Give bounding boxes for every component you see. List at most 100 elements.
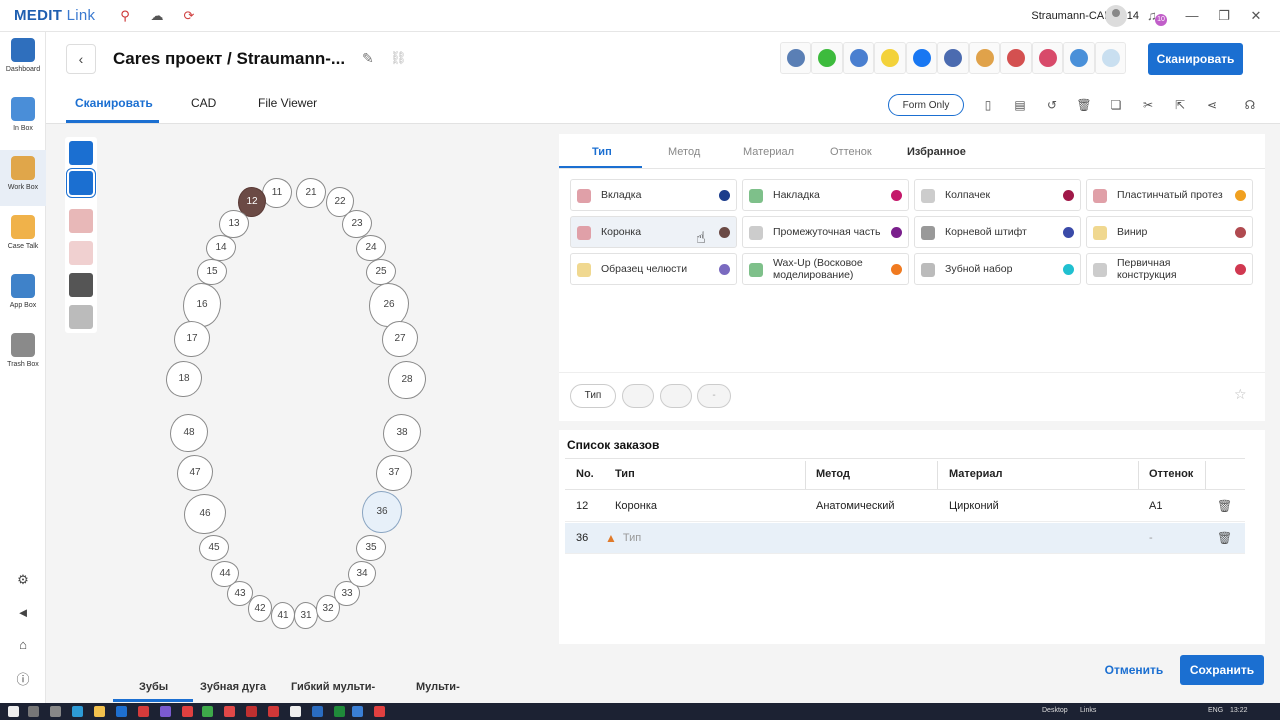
task-view-icon[interactable] <box>50 706 61 717</box>
language-indicator[interactable]: ENG <box>1208 707 1223 714</box>
app-shortcut-icon[interactable] <box>874 42 906 74</box>
folder-icon[interactable] <box>94 706 105 717</box>
windows-start-icon[interactable] <box>8 706 19 717</box>
app-shortcut-icon[interactable] <box>780 42 812 74</box>
tooth-34[interactable]: 34 <box>348 561 376 587</box>
clock[interactable]: 13:22 <box>1230 707 1248 714</box>
app-icon[interactable] <box>312 706 323 717</box>
links-label[interactable]: Links <box>1080 707 1096 714</box>
type-option[interactable]: Wax-Up (Восковое моделирование) <box>742 253 909 285</box>
home-icon[interactable]: ⌂ <box>13 637 33 657</box>
jaw-model-icon[interactable] <box>69 209 93 233</box>
type-option[interactable]: Зубной набор <box>914 253 1081 285</box>
tooth-35[interactable]: 35 <box>356 535 386 561</box>
app-icon[interactable] <box>224 706 235 717</box>
tooth-18[interactable]: 18 <box>166 361 202 397</box>
desktop-label[interactable]: Desktop <box>1042 707 1068 714</box>
medit-link-icon[interactable] <box>352 706 363 717</box>
tooth-48[interactable]: 48 <box>170 414 208 452</box>
excel-icon[interactable] <box>334 706 345 717</box>
app-shortcut-icon[interactable] <box>937 42 969 74</box>
tab-scan[interactable]: Сканировать <box>75 96 153 110</box>
app-shortcut-icon[interactable] <box>1000 42 1032 74</box>
filter-chip-shade[interactable]: - <box>697 384 731 408</box>
outlook-icon[interactable] <box>116 706 127 717</box>
paperclip-icon[interactable]: ✂ <box>1139 96 1157 114</box>
denture-icon[interactable] <box>69 241 93 265</box>
type-option[interactable]: Промежуточная часть <box>742 216 909 248</box>
clipboard-icon[interactable]: ▯ <box>979 96 997 114</box>
tooth-46[interactable]: 46 <box>184 494 226 534</box>
tab-file-viewer[interactable]: File Viewer <box>258 96 317 110</box>
tooth-23[interactable]: 23 <box>342 210 372 238</box>
settings-icon[interactable]: ⚙ <box>13 572 33 592</box>
maximize-icon[interactable]: ❐ <box>1214 6 1234 26</box>
avatar[interactable] <box>1105 5 1127 27</box>
filter-chip-method[interactable] <box>622 384 654 408</box>
type-option[interactable]: Первичная конструкция <box>1086 253 1253 285</box>
tooth-36[interactable]: 36 <box>362 491 402 533</box>
app-icon[interactable] <box>246 706 257 717</box>
app-icon[interactable] <box>160 706 171 717</box>
subtab-material[interactable]: Материал <box>743 146 794 158</box>
app-shortcut-icon[interactable] <box>842 42 875 74</box>
edge-icon[interactable] <box>72 706 83 717</box>
sidebar-item-inbox[interactable]: In Box <box>0 91 46 147</box>
type-option[interactable]: Вкладка <box>570 179 737 211</box>
link-icon[interactable]: ⛓ <box>390 50 407 66</box>
filter-chip-material[interactable] <box>660 384 692 408</box>
tooth-42[interactable]: 42 <box>248 595 272 622</box>
tooth-17[interactable]: 17 <box>174 321 210 357</box>
support-icon[interactable]: ☊ <box>1241 96 1259 114</box>
tab-dental-arch[interactable]: Зубная дуга <box>200 681 266 693</box>
cancel-button[interactable]: Отменить <box>1089 655 1179 685</box>
tooth-25[interactable]: 25 <box>366 259 396 285</box>
sidebar-item-appbox[interactable]: App Box <box>0 268 46 324</box>
form-icon[interactable]: ▤ <box>1011 96 1029 114</box>
subtab-method[interactable]: Метод <box>668 146 700 158</box>
trash-icon[interactable]: 🗑 <box>1075 96 1093 114</box>
upper-jaw-view-icon[interactable] <box>69 141 93 165</box>
close-icon[interactable]: ✕ <box>1246 6 1266 26</box>
abutment-icon[interactable] <box>69 305 93 329</box>
table-row[interactable]: 36 ▲ Тип - 🗑 <box>565 523 1245 554</box>
app-icon[interactable] <box>268 706 279 717</box>
tooth-14[interactable]: 14 <box>206 235 236 261</box>
share-icon[interactable]: ⋖ <box>1203 96 1221 114</box>
chrome-icon[interactable] <box>202 706 213 717</box>
sidebar-item-casetalk[interactable]: Case Talk <box>0 209 46 265</box>
subtab-shade[interactable]: Оттенок <box>830 146 872 158</box>
form-only-button[interactable]: Form Only <box>888 94 964 116</box>
bridge-icon[interactable] <box>69 273 93 297</box>
tooth-28[interactable]: 28 <box>388 361 426 399</box>
save-button[interactable]: Сохранить <box>1180 655 1264 685</box>
scan-button[interactable]: Сканировать <box>1148 43 1243 75</box>
sync-icon[interactable]: ⟳ <box>180 7 198 25</box>
type-option[interactable]: Корневой штифт <box>914 216 1081 248</box>
tooth-45[interactable]: 45 <box>199 535 229 561</box>
app-icon[interactable] <box>138 706 149 717</box>
pencil-icon[interactable]: ✎ <box>362 50 374 67</box>
subtab-favorites[interactable]: Избранное <box>907 146 966 158</box>
tooth-27[interactable]: 27 <box>382 321 418 357</box>
search-icon[interactable] <box>28 706 39 717</box>
tooth-15[interactable]: 15 <box>197 259 227 285</box>
back-button[interactable]: ‹ <box>66 44 96 74</box>
cloud-upload-icon[interactable]: ☁ <box>148 7 166 25</box>
tooth-31[interactable]: 31 <box>294 602 318 629</box>
type-option[interactable]: Образец челюсти <box>570 253 737 285</box>
tooth-41[interactable]: 41 <box>271 602 295 629</box>
tab-multi[interactable]: Мульти- <box>416 681 460 693</box>
delete-row-icon[interactable]: 🗑 <box>1217 491 1232 521</box>
tooth-37[interactable]: 37 <box>376 455 412 491</box>
star-icon[interactable]: ☆ <box>1234 386 1247 403</box>
type-option[interactable]: Коронка <box>570 216 737 248</box>
wifi-signal-icon[interactable]: ⚲ <box>116 7 134 25</box>
type-option[interactable]: Пластинчатый протез <box>1086 179 1253 211</box>
app-shortcut-icon[interactable] <box>1094 42 1126 74</box>
tab-cad[interactable]: CAD <box>191 96 216 110</box>
filter-chip-type[interactable]: Тип <box>570 384 616 408</box>
subtab-type[interactable]: Тип <box>592 146 612 158</box>
export-icon[interactable]: ⇱ <box>1171 96 1189 114</box>
notion-icon[interactable] <box>290 706 301 717</box>
